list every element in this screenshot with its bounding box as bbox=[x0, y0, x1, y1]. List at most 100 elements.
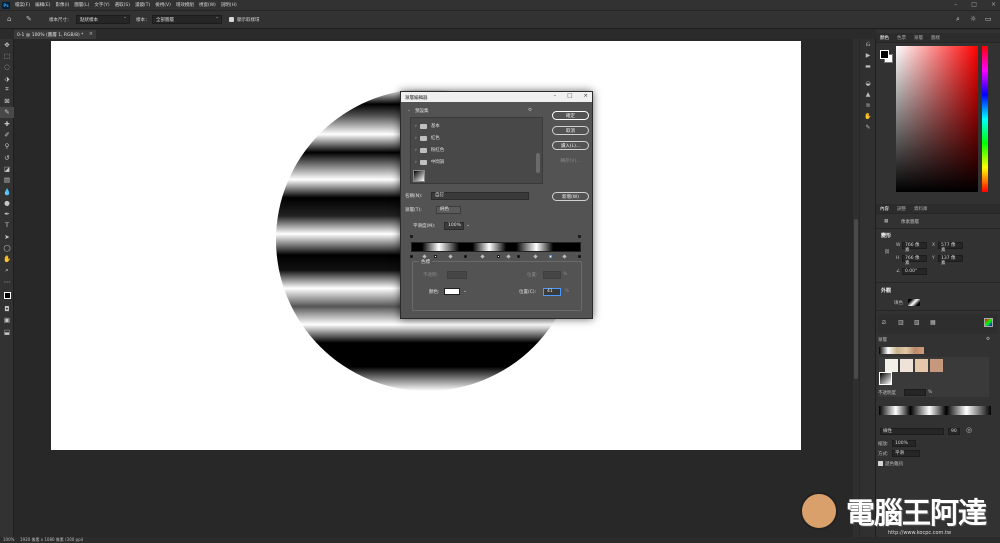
midpoint-marker[interactable] bbox=[506, 254, 511, 259]
gradient-opacity-field[interactable] bbox=[904, 389, 926, 396]
method-select[interactable]: 平滑 bbox=[892, 450, 920, 457]
solid-fill-icon[interactable]: ▥ bbox=[898, 319, 904, 326]
midpoint-marker[interactable] bbox=[533, 254, 538, 259]
close-icon[interactable]: × bbox=[991, 1, 996, 8]
gradient-angle-field[interactable]: 90 bbox=[948, 428, 960, 435]
ellipse-tool-icon[interactable]: ◯ bbox=[0, 242, 14, 253]
comments-panel-icon[interactable]: ▬ bbox=[860, 61, 876, 72]
smoothness-dropdown-icon[interactable]: ⌄ bbox=[466, 223, 470, 228]
history-brush-icon[interactable]: ↺ bbox=[0, 152, 14, 163]
menu-plugins[interactable]: 增效模組 bbox=[176, 2, 194, 8]
ok-button[interactable]: 確定 bbox=[552, 111, 589, 120]
swatch-panel-icon[interactable]: ▲ bbox=[860, 89, 876, 100]
stop-color-dropdown-icon[interactable]: ⌄ bbox=[463, 289, 467, 294]
menu-layer[interactable]: 圖層(L) bbox=[74, 2, 89, 8]
preset-swatch[interactable] bbox=[900, 359, 913, 372]
menu-file[interactable]: 檔案(F) bbox=[15, 2, 30, 8]
minimize-icon[interactable]: – bbox=[553, 93, 556, 99]
object-select-tool-icon[interactable]: ⬗ bbox=[0, 73, 14, 84]
color-stop[interactable] bbox=[517, 255, 520, 258]
gradient-style-select[interactable]: 線性 bbox=[880, 428, 944, 435]
scrollbar-thumb[interactable] bbox=[854, 219, 858, 379]
menu-image[interactable]: 影像(I) bbox=[55, 2, 69, 8]
search-icon[interactable]: ⌕ bbox=[956, 15, 960, 24]
x-field[interactable]: 577 像素 bbox=[938, 242, 963, 253]
height-field[interactable]: 766 像素 bbox=[902, 255, 927, 266]
presets-scrollbar[interactable] bbox=[536, 153, 540, 173]
tab-libraries[interactable]: 資料庫 bbox=[910, 206, 932, 212]
tab-properties[interactable]: 內容 bbox=[876, 206, 893, 212]
dodge-tool-icon[interactable]: ● bbox=[0, 197, 14, 208]
preset-folder-red[interactable]: › 紅色 bbox=[415, 135, 440, 141]
color-stop[interactable] bbox=[410, 255, 413, 258]
discover-icon[interactable]: ☼ bbox=[970, 15, 976, 23]
preset-swatch[interactable] bbox=[915, 359, 928, 372]
menu-filter[interactable]: 濾鏡(T) bbox=[135, 2, 150, 8]
actions-panel-icon[interactable]: ▶ bbox=[860, 50, 876, 61]
gradient-presets-row[interactable] bbox=[879, 347, 924, 354]
document-info[interactable]: 1920 像素 x 1080 像素 (300 ppi) bbox=[20, 537, 83, 543]
sample-size-select[interactable]: 點狀樣本 bbox=[76, 15, 130, 24]
preset-folder-basic[interactable]: › 基本 bbox=[415, 123, 440, 129]
smoothness-field[interactable]: 100% bbox=[444, 222, 464, 230]
more-tools-icon[interactable]: ⋯ bbox=[0, 276, 14, 287]
no-fill-icon[interactable]: ⧄ bbox=[882, 319, 886, 327]
home-icon[interactable]: ⌂ bbox=[7, 15, 11, 23]
gradient-preview-bar[interactable] bbox=[411, 242, 581, 252]
width-field[interactable]: 766 像素 bbox=[902, 242, 927, 253]
menu-window[interactable]: 視窗(W) bbox=[199, 2, 216, 8]
color-stop[interactable] bbox=[578, 255, 581, 258]
color-stop[interactable] bbox=[434, 255, 437, 258]
presets-list[interactable]: › 基本 › 紅色 › 粉紅色 › 中間調 bbox=[410, 117, 543, 184]
preset-folder-midtones[interactable]: › 中間調 bbox=[415, 159, 444, 165]
gradient-type-select[interactable]: 純色 bbox=[436, 206, 461, 214]
link-icon[interactable]: ⛓ bbox=[884, 250, 890, 255]
workspace-icon[interactable]: ▭ bbox=[985, 15, 992, 23]
color-field[interactable] bbox=[896, 46, 978, 192]
tab-color[interactable]: 顏色 bbox=[876, 35, 893, 41]
angle-dial-icon[interactable]: ◎ bbox=[966, 426, 972, 434]
screen-mode-icon[interactable]: ▣ bbox=[0, 315, 14, 326]
close-icon[interactable]: × bbox=[583, 93, 588, 99]
frame-tool-icon[interactable]: ⊠ bbox=[0, 95, 14, 106]
selected-color-stop[interactable] bbox=[549, 255, 552, 258]
healing-brush-icon[interactable]: ✚ bbox=[0, 118, 14, 129]
quick-mask-icon[interactable]: ◘ bbox=[0, 304, 14, 315]
presets-chevron-icon[interactable]: ⌄ bbox=[407, 108, 411, 113]
midpoint-marker[interactable] bbox=[480, 254, 485, 259]
path-select-icon[interactable]: ➤ bbox=[0, 231, 14, 242]
selected-preset-swatch[interactable] bbox=[879, 372, 892, 385]
gear-icon[interactable]: ⚙ bbox=[986, 337, 990, 342]
stop-color-swatch[interactable] bbox=[444, 288, 460, 295]
brush-tool-icon[interactable]: ✐ bbox=[0, 129, 14, 140]
menu-select[interactable]: 選取(S) bbox=[115, 2, 130, 8]
preset-folder-pink[interactable]: › 粉紅色 bbox=[415, 147, 444, 153]
name-field[interactable]: 自訂 bbox=[431, 192, 529, 200]
menu-help[interactable]: 說明(H) bbox=[221, 2, 237, 8]
minimize-icon[interactable]: – bbox=[954, 1, 957, 8]
midpoint-marker[interactable] bbox=[562, 254, 567, 259]
color-picker-icon[interactable] bbox=[984, 318, 993, 327]
preset-swatch[interactable] bbox=[930, 359, 943, 372]
stop-color-location-field[interactable]: 41 bbox=[543, 288, 561, 296]
preset-swatch[interactable] bbox=[885, 359, 898, 372]
hand-tool-icon[interactable]: ✋ bbox=[0, 254, 14, 265]
y-field[interactable]: 137 像素 bbox=[938, 255, 963, 266]
color-swatches[interactable] bbox=[0, 288, 14, 304]
menu-view[interactable]: 檢視(V) bbox=[155, 2, 171, 8]
gradient-tool-icon[interactable]: ▤ bbox=[0, 175, 14, 186]
maximize-icon[interactable]: □ bbox=[971, 1, 977, 8]
eyedropper-icon[interactable]: ✎ bbox=[0, 106, 14, 119]
tab-gradients[interactable]: 漸層 bbox=[910, 35, 927, 41]
share-icon[interactable]: ⬓ bbox=[0, 326, 14, 337]
new-button[interactable]: 新增(W) bbox=[552, 192, 589, 201]
load-button[interactable]: 讀入(L)... bbox=[552, 141, 589, 150]
pen-tool-icon[interactable]: ✒ bbox=[0, 208, 14, 219]
angle-field[interactable]: 0.00° bbox=[902, 268, 927, 275]
opacity-stop[interactable] bbox=[578, 235, 581, 238]
midpoint-marker[interactable] bbox=[448, 254, 453, 259]
menu-edit[interactable]: 編輯(E) bbox=[35, 2, 50, 8]
eraser-tool-icon[interactable]: ◪ bbox=[0, 163, 14, 174]
preset-gradient-thumbnail[interactable] bbox=[413, 170, 425, 182]
tool-presets-icon[interactable]: ✋ bbox=[860, 111, 876, 122]
